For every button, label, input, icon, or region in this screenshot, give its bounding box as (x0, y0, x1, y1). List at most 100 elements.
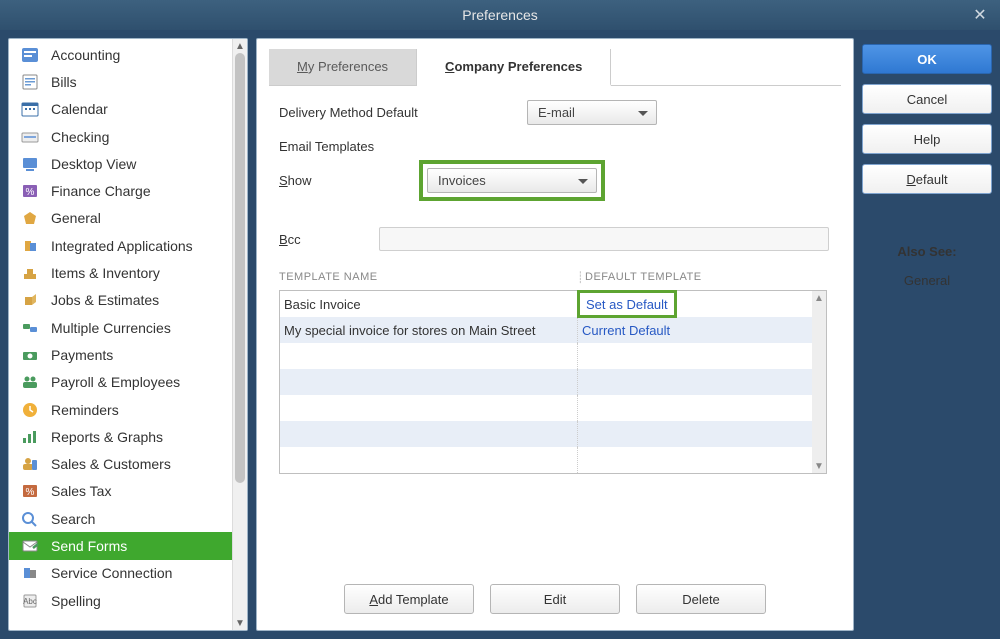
template-name-cell (280, 395, 578, 421)
row-bcc: Bcc (279, 227, 841, 251)
sidebar-scrollbar[interactable]: ▲ ▼ (232, 39, 247, 630)
select-delivery-method[interactable]: E-mail (527, 100, 657, 125)
calendar-icon (19, 99, 41, 119)
svg-text:%: % (26, 487, 35, 498)
sidebar-item-payments[interactable]: Payments (9, 341, 232, 368)
sidebar-item-sales-tax[interactable]: %Sales Tax (9, 478, 232, 505)
sidebar-item-label: Payroll & Employees (51, 374, 180, 390)
sidebar-item-multiple-currencies[interactable]: Multiple Currencies (9, 314, 232, 341)
default-template-cell (578, 395, 812, 421)
sidebar-item-general[interactable]: General (9, 205, 232, 232)
default-template-cell (578, 421, 812, 447)
sidebar-item-label: Service Connection (51, 565, 172, 581)
highlight-show-dropdown: Invoices (419, 160, 605, 201)
tab-company-preferences[interactable]: Company Preferences (417, 49, 611, 86)
reminders-icon (19, 400, 41, 420)
sidebar-item-label: Checking (51, 129, 109, 145)
action-buttons: Add Template Edit Delete (269, 584, 841, 614)
sidebar-item-items-inventory[interactable]: Items & Inventory (9, 259, 232, 286)
general-icon (19, 208, 41, 228)
sidebar-item-label: Integrated Applications (51, 238, 193, 254)
sidebar-item-label: Sales & Customers (51, 456, 171, 472)
desktop-view-icon (19, 154, 41, 174)
table-row[interactable]: Basic InvoiceSet as Default (280, 291, 812, 317)
row-delivery-method: Delivery Method Default E-mail (279, 100, 841, 125)
default-template-cell[interactable]: Current Default (578, 317, 812, 343)
sidebar-item-label: Payments (51, 347, 113, 363)
default-template-cell (578, 369, 812, 395)
right-column: OK Cancel Help Default Also See: General (862, 38, 992, 631)
sidebar: Accounting Bills Calendar Checking Desktop V… (8, 38, 248, 631)
sidebar-item-integrated-applications[interactable]: Integrated Applications (9, 232, 232, 259)
table-scroll-down-icon[interactable]: ▼ (812, 459, 826, 473)
sidebar-item-send-forms[interactable]: Send Forms (9, 532, 232, 559)
tab-my-preferences[interactable]: My Preferences (269, 49, 417, 85)
cancel-button[interactable]: Cancel (862, 84, 992, 114)
table-row (280, 395, 812, 421)
template-name-cell (280, 421, 578, 447)
sidebar-item-sales-customers[interactable]: Sales & Customers (9, 450, 232, 477)
table-row (280, 421, 812, 447)
sidebar-item-reports-graphs[interactable]: Reports & Graphs (9, 423, 232, 450)
sidebar-item-label: Multiple Currencies (51, 320, 171, 336)
ok-button[interactable]: OK (862, 44, 992, 74)
sidebar-item-finance-charge[interactable]: %Finance Charge (9, 177, 232, 204)
row-show: Show Invoices (279, 160, 841, 201)
sidebar-item-accounting[interactable]: Accounting (9, 41, 232, 68)
table-row[interactable]: My special invoice for stores on Main St… (280, 317, 812, 343)
template-name-cell (280, 447, 578, 473)
scrollbar-thumb[interactable] (235, 53, 245, 483)
service-connection-icon (19, 563, 41, 583)
row-email-templates: Email Templates (279, 139, 841, 154)
sidebar-item-label: General (51, 210, 101, 226)
integrated-applications-icon (19, 236, 41, 256)
sales-tax-icon: % (19, 481, 41, 501)
sidebar-item-label: Spelling (51, 593, 101, 609)
sidebar-item-checking[interactable]: Checking (9, 123, 232, 150)
template-name-cell (280, 369, 578, 395)
input-bcc[interactable] (379, 227, 829, 251)
select-show[interactable]: Invoices (427, 168, 597, 193)
col-header-template-name: TEMPLATE NAME (279, 271, 577, 284)
sidebar-item-label: Reports & Graphs (51, 429, 163, 445)
add-template-button[interactable]: Add Template (344, 584, 474, 614)
table-scrollbar[interactable]: ▲ ▼ (812, 291, 826, 473)
scroll-up-icon[interactable]: ▲ (233, 39, 247, 53)
sidebar-item-spelling[interactable]: Abc Spelling (9, 587, 232, 614)
finance-charge-icon: % (19, 181, 41, 201)
label-show: Show (279, 173, 419, 188)
sidebar-item-label: Bills (51, 74, 77, 90)
help-button[interactable]: Help (862, 124, 992, 154)
window-title: Preferences (462, 7, 537, 23)
sidebar-item-jobs-estimates[interactable]: Jobs & Estimates (9, 287, 232, 314)
sidebar-item-label: Calendar (51, 101, 108, 117)
sidebar-item-label: Jobs & Estimates (51, 292, 159, 308)
main-panel: My Preferences Company Preferences Deliv… (256, 38, 854, 631)
reports-graphs-icon (19, 427, 41, 447)
table-scroll-up-icon[interactable]: ▲ (812, 291, 826, 305)
default-template-cell[interactable]: Set as Default (578, 291, 812, 317)
scroll-down-icon[interactable]: ▼ (233, 616, 247, 630)
also-see-general-link[interactable]: General (862, 273, 992, 288)
payments-icon (19, 345, 41, 365)
accounting-icon (19, 45, 41, 65)
titlebar: Preferences ✕ (0, 0, 1000, 30)
default-button[interactable]: Default (862, 164, 992, 194)
label-bcc: Bcc (279, 232, 379, 247)
highlight-set-as-default[interactable]: Set as Default (577, 290, 677, 318)
close-icon[interactable]: ✕ (970, 5, 990, 25)
send-forms-icon (19, 536, 41, 556)
sidebar-item-search[interactable]: Search (9, 505, 232, 532)
delete-button[interactable]: Delete (636, 584, 766, 614)
sidebar-item-payroll-employees[interactable]: Payroll & Employees (9, 369, 232, 396)
checking-icon (19, 127, 41, 147)
edit-button[interactable]: Edit (490, 584, 620, 614)
sidebar-item-desktop-view[interactable]: Desktop View (9, 150, 232, 177)
svg-text:Abc: Abc (23, 597, 37, 606)
sidebar-item-bills[interactable]: Bills (9, 68, 232, 95)
payroll-employees-icon (19, 372, 41, 392)
sidebar-item-calendar[interactable]: Calendar (9, 96, 232, 123)
sidebar-item-label: Desktop View (51, 156, 136, 172)
sidebar-item-reminders[interactable]: Reminders (9, 396, 232, 423)
sidebar-item-service-connection[interactable]: Service Connection (9, 560, 232, 587)
